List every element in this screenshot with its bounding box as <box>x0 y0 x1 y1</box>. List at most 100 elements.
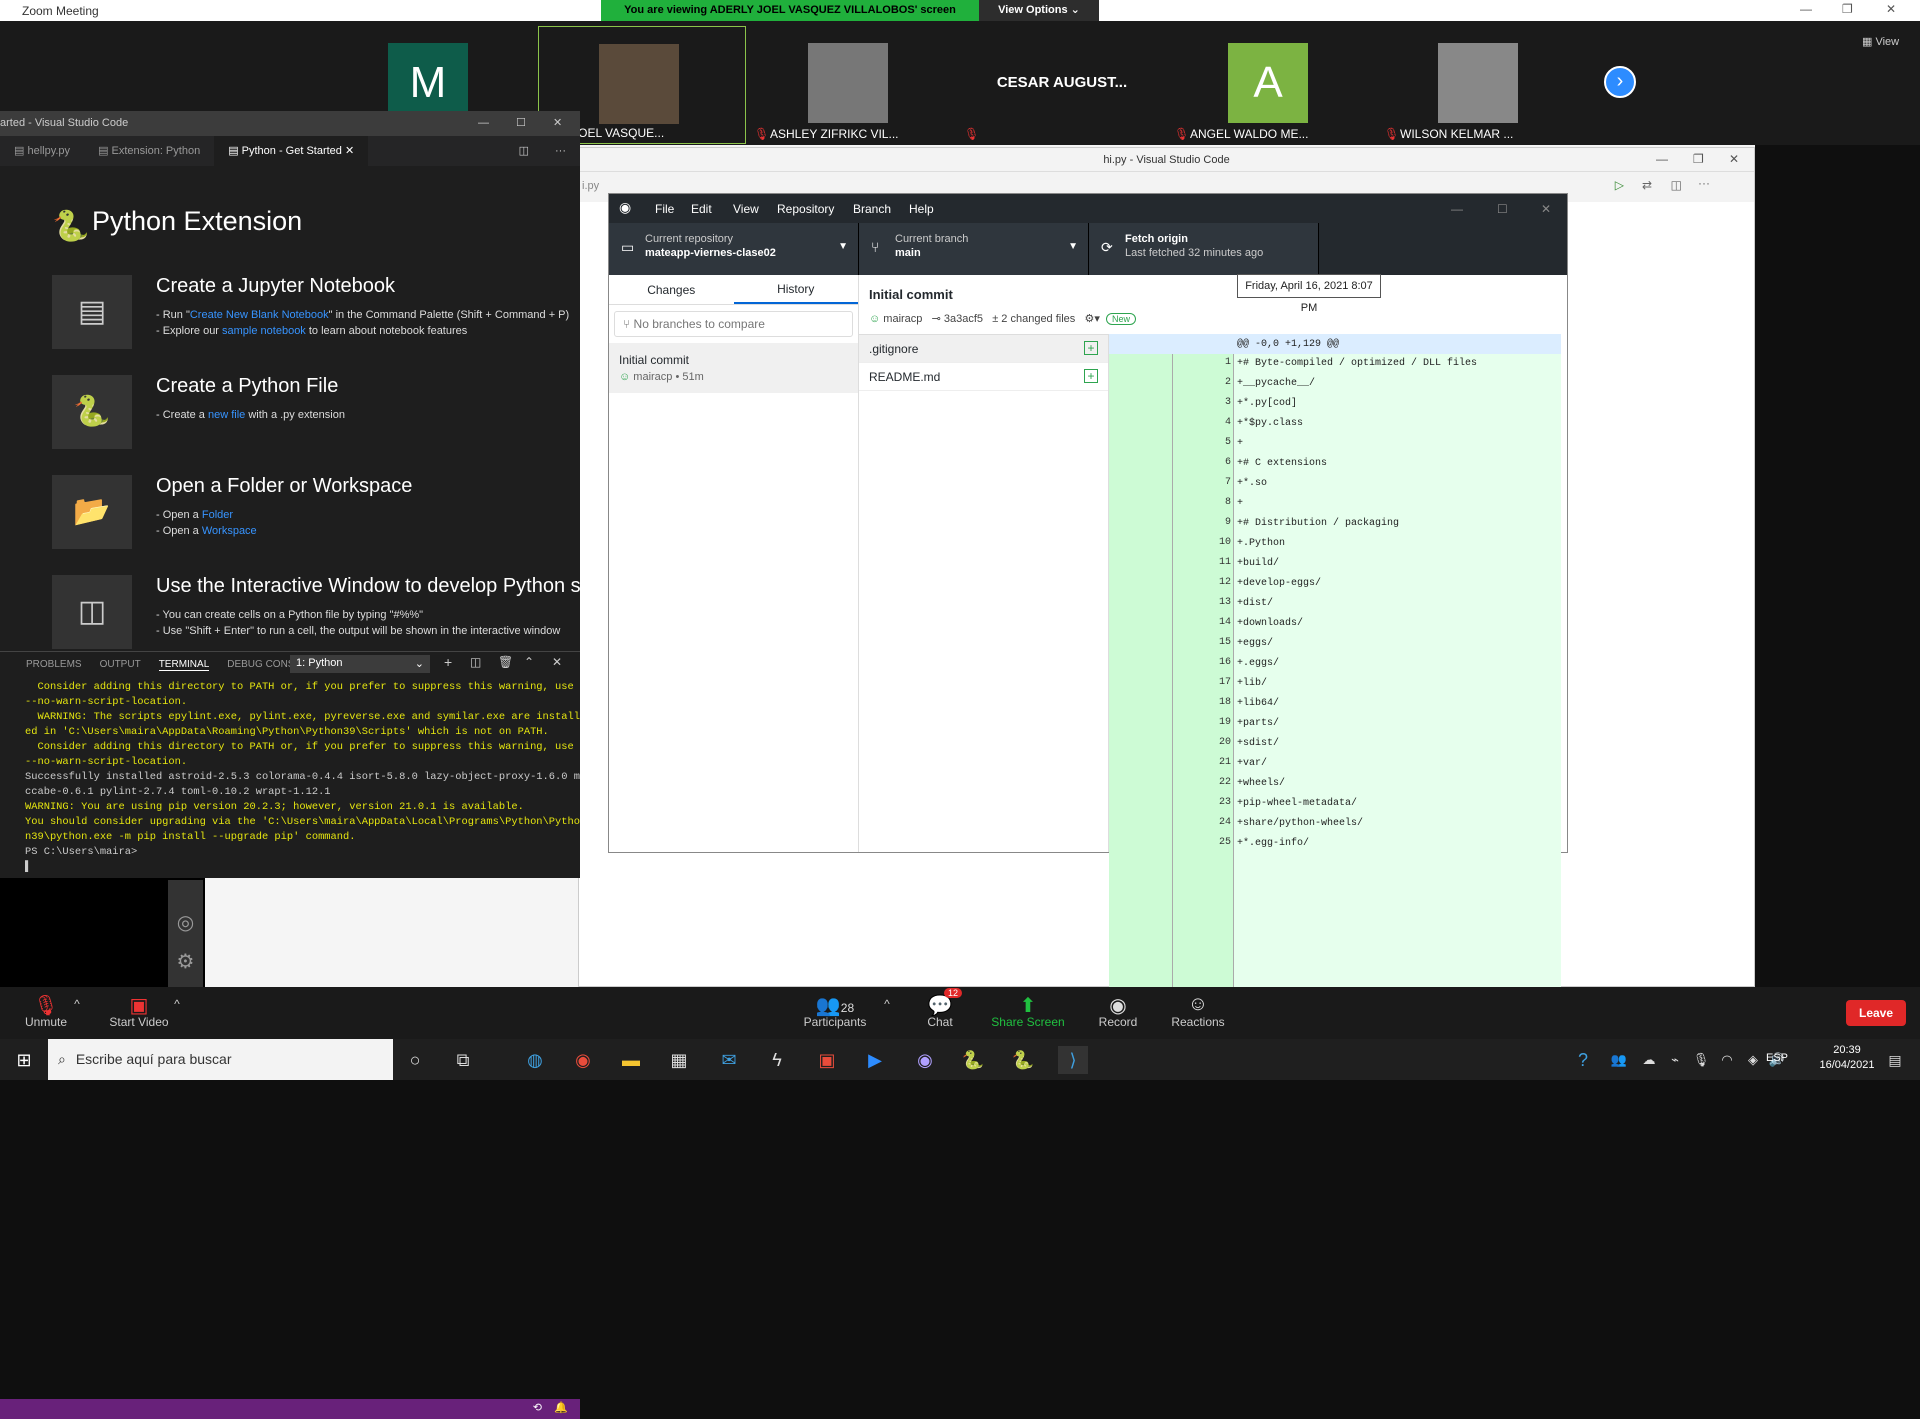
view-options-button[interactable]: View Options ⌄ <box>979 0 1099 21</box>
minimize-icon[interactable]: — <box>1656 152 1668 166</box>
current-repository-button[interactable]: ▭ Current repository mateapp-viernes-cla… <box>609 223 859 275</box>
file-explorer-icon[interactable]: ▬ <box>616 1046 646 1074</box>
minimize-icon[interactable]: — <box>1800 2 1812 16</box>
people-icon[interactable]: 👥 <box>1604 1046 1634 1074</box>
maximize-panel-icon[interactable]: ⌃ <box>524 655 534 669</box>
help-icon[interactable]: ? <box>1568 1046 1598 1074</box>
view-button[interactable]: ▦ View <box>1862 35 1899 48</box>
reactions-button[interactable]: ☺ Reactions <box>1168 993 1228 1029</box>
tab-output[interactable]: OUTPUT <box>100 659 141 671</box>
video-options-icon[interactable]: ^ <box>170 997 184 1011</box>
tab-hi-py[interactable]: i.py <box>582 180 599 192</box>
participant-tile[interactable]: 🎙 ASHLEY ZIFRIKC VIL... <box>748 26 956 144</box>
close-icon[interactable]: ✕ <box>1886 2 1896 16</box>
close-icon[interactable]: ✕ <box>1541 202 1551 216</box>
add-icon[interactable]: + <box>444 654 452 670</box>
get-started-item[interactable]: 📂 Open a Folder or Workspace - Open a Fold… <box>52 475 572 555</box>
participant-tile[interactable]: 🎙 WILSON KELMAR ... <box>1378 26 1586 144</box>
maximize-icon[interactable]: ☐ <box>1497 202 1508 216</box>
item-link[interactable]: new file <box>208 409 245 421</box>
start-video-button[interactable]: ▣ Start Video <box>104 993 174 1029</box>
tab-terminal[interactable]: TERMINAL <box>158 659 210 671</box>
close-icon[interactable]: ✕ <box>1729 152 1739 166</box>
notifications-icon[interactable]: ▤ <box>1880 1046 1910 1074</box>
bell-icon[interactable]: 🔔 <box>554 1401 568 1414</box>
github-desktop-icon[interactable]: ◉ <box>910 1046 940 1074</box>
split-editor-icon[interactable]: ◫ <box>1671 178 1682 192</box>
split-terminal-icon[interactable]: ◫ <box>470 655 481 669</box>
task-view-icon[interactable]: ⧉ <box>448 1046 478 1074</box>
tab-hellpy[interactable]: ▤ hellpy.py <box>0 136 84 166</box>
participants-button[interactable]: 👥28 Participants <box>800 993 870 1029</box>
start-icon[interactable]: ⊞ <box>9 1046 39 1074</box>
item-link[interactable]: Workspace <box>202 525 257 537</box>
chrome-icon[interactable]: ◉ <box>568 1046 598 1074</box>
commit-list-item[interactable]: Initial commit ☺ mairacp • 51m <box>609 343 858 393</box>
share-screen-button[interactable]: ⬆ Share Screen <box>990 993 1066 1029</box>
gear-icon[interactable]: ⚙ <box>168 949 203 974</box>
vscode-icon[interactable]: ⟩ <box>1058 1046 1088 1074</box>
audio-options-icon[interactable]: ^ <box>70 997 84 1011</box>
trash-icon[interactable]: 🗑 <box>498 655 513 669</box>
get-started-item[interactable]: 🐍 Create a Python File - Create a new file… <box>52 375 572 455</box>
close-panel-icon[interactable]: ✕ <box>552 655 562 669</box>
live-share-icon[interactable]: ⟲ <box>533 1401 542 1414</box>
office-icon[interactable]: ▣ <box>812 1046 842 1074</box>
split-editor-icon[interactable]: ◫ <box>507 136 541 166</box>
chat-button[interactable]: 💬 12 Chat <box>920 988 963 1029</box>
account-icon[interactable]: ◎ <box>168 910 203 935</box>
zoom-icon[interactable]: ▶ <box>860 1046 890 1074</box>
more-icon[interactable]: ··· <box>541 136 580 166</box>
participant-tile[interactable]: A 🎙 ANGEL WALDO ME... <box>1168 26 1376 144</box>
menu-branch[interactable]: Branch <box>853 202 891 216</box>
unmute-button[interactable]: 🎙 Unmute <box>22 993 70 1029</box>
more-icon[interactable]: ··· <box>1698 176 1710 190</box>
menu-help[interactable]: Help <box>909 202 934 216</box>
tab-history[interactable]: History <box>733 275 858 304</box>
menu-edit[interactable]: Edit <box>691 202 712 216</box>
item-link[interactable]: sample notebook <box>222 325 306 337</box>
changed-file-item[interactable]: README.md + <box>859 363 1108 391</box>
participant-tile[interactable]: CESAR AUGUST... 🎙 <box>958 26 1166 144</box>
compare-icon[interactable]: ⇄ <box>1642 178 1652 192</box>
fetch-origin-button[interactable]: ⟳ Fetch origin Last fetched 32 minutes a… <box>1089 223 1319 275</box>
record-button[interactable]: ◉ Record <box>1094 993 1142 1029</box>
leave-button[interactable]: Leave <box>1846 1000 1906 1026</box>
tab-get-started[interactable]: ▤ Python - Get Started ✕ <box>214 136 369 166</box>
minimize-icon[interactable]: — <box>1451 202 1463 216</box>
terminal-output[interactable]: Consider adding this directory to PATH o… <box>25 680 580 875</box>
get-started-item[interactable]: ◫ Use the Interactive Window to develop P… <box>52 575 581 655</box>
terminal-select[interactable]: 1: Python ⌄ <box>290 655 430 673</box>
menu-repository[interactable]: Repository <box>777 202 834 216</box>
maximize-icon[interactable]: ☐ <box>516 111 526 136</box>
branch-compare-input[interactable]: ⑂ No branches to compare <box>614 311 853 337</box>
item-link[interactable]: Folder <box>202 509 233 521</box>
gear-icon[interactable]: ⚙▾ <box>1084 313 1099 325</box>
cortana-icon[interactable]: ○ <box>400 1046 430 1074</box>
edge-icon[interactable]: ◍ <box>520 1046 550 1074</box>
restore-icon[interactable]: ❐ <box>1842 2 1853 16</box>
changed-file-item[interactable]: .gitignore + <box>859 335 1108 363</box>
current-branch-button[interactable]: ⑂ Current branch main ▼ <box>859 223 1089 275</box>
python-idle-icon[interactable]: 🐍 <box>1008 1046 1038 1074</box>
run-icon[interactable]: ▷ <box>1615 178 1624 192</box>
clock[interactable]: 20:39 16/04/2021 <box>1812 1044 1882 1071</box>
language-indicator[interactable]: ESP <box>1766 1052 1788 1064</box>
store-icon[interactable]: ▦ <box>664 1046 694 1074</box>
item-link[interactable]: Create New Blank Notebook <box>190 309 329 321</box>
app-icon[interactable]: ϟ <box>762 1046 792 1074</box>
tab-extension-python[interactable]: ▤ Extension: Python <box>84 136 214 166</box>
menu-file[interactable]: File <box>655 202 674 216</box>
participants-options-icon[interactable]: ^ <box>880 997 894 1011</box>
tab-problems[interactable]: PROBLEMS <box>26 659 82 671</box>
minimize-icon[interactable]: — <box>478 111 489 136</box>
menu-view[interactable]: View <box>733 202 759 216</box>
python-icon[interactable]: 🐍 <box>958 1046 988 1074</box>
search-input[interactable]: ⌕ Escribe aquí para buscar <box>48 1039 393 1080</box>
mail-icon[interactable]: ✉ <box>714 1046 744 1074</box>
next-page-button[interactable]: › <box>1604 66 1636 98</box>
close-icon[interactable]: ✕ <box>553 111 562 136</box>
tab-changes[interactable]: Changes <box>609 275 734 304</box>
restore-icon[interactable]: ❐ <box>1693 152 1704 166</box>
get-started-item[interactable]: ▤ Create a Jupyter Notebook - Run "Create … <box>52 275 572 355</box>
